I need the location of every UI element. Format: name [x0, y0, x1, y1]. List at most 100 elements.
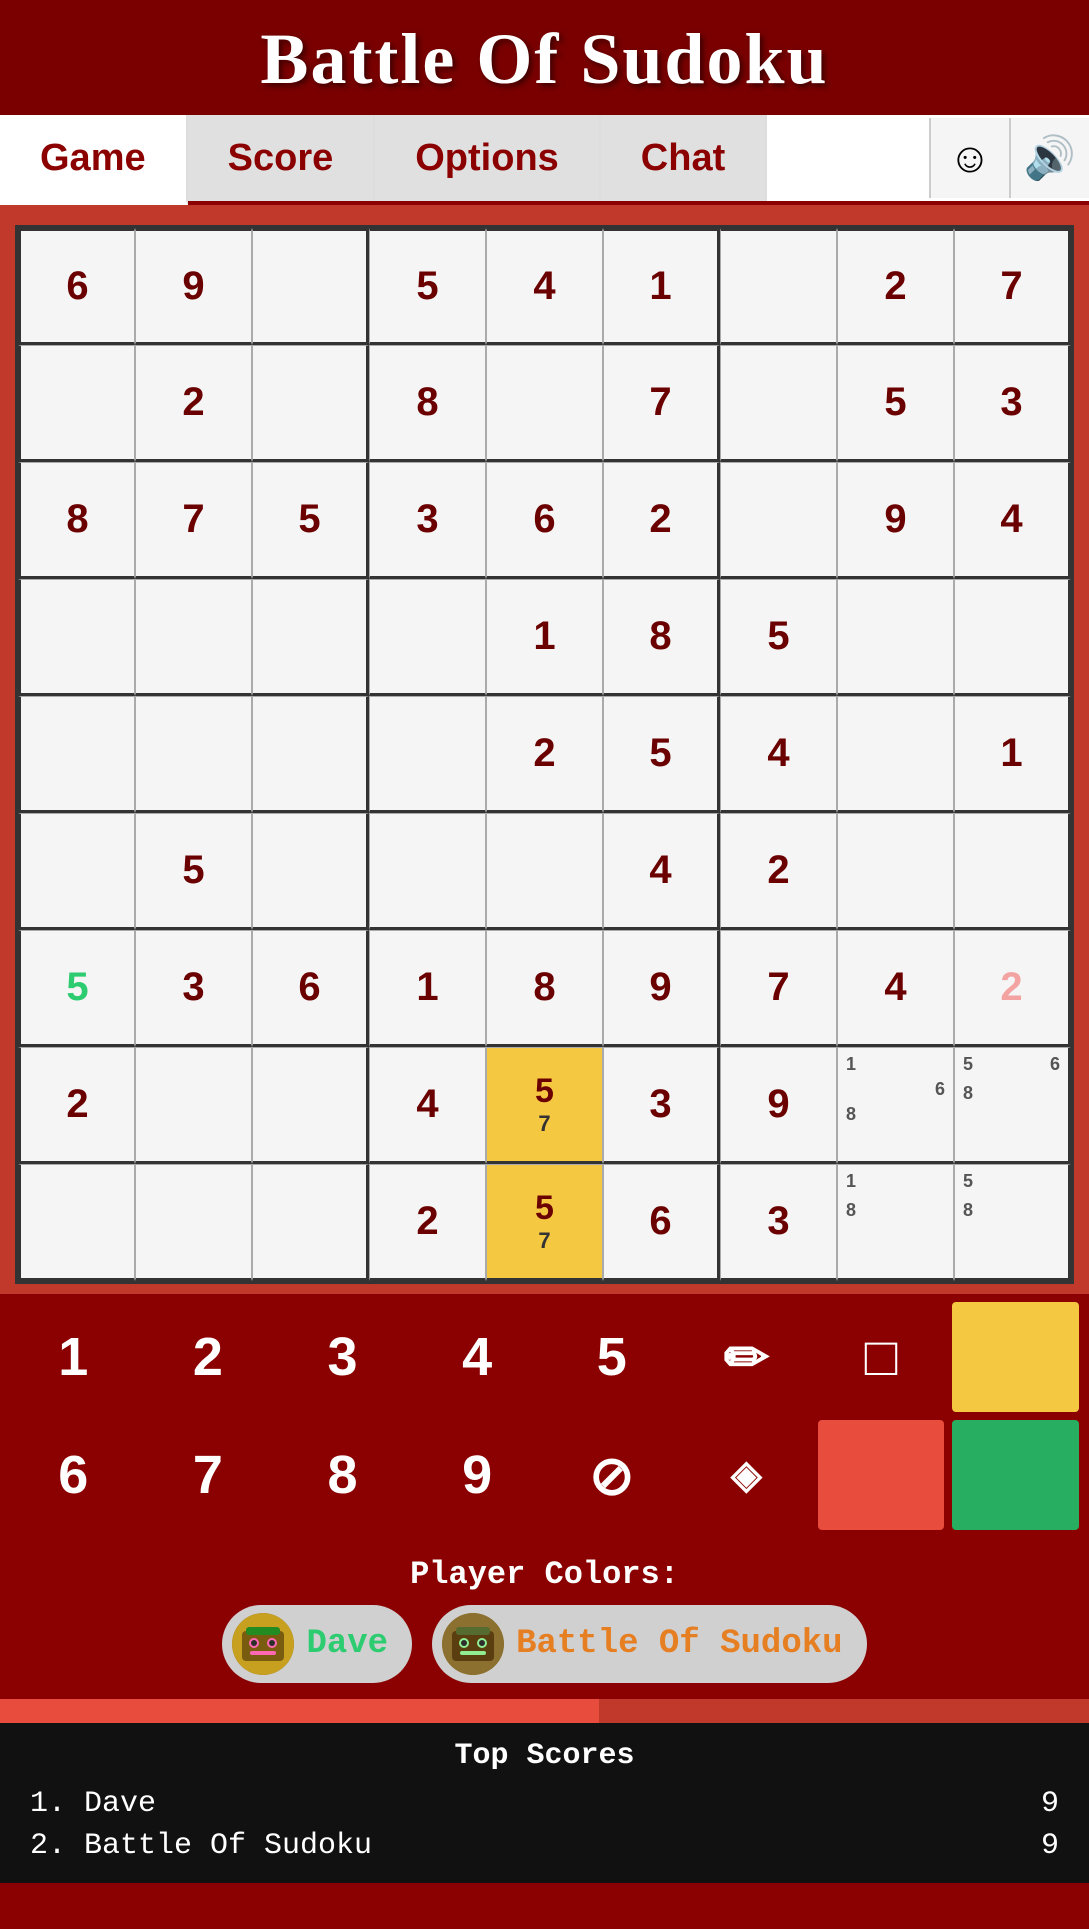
- cell-0-4[interactable]: 4: [486, 228, 603, 345]
- input-btn-6[interactable]: 6: [10, 1420, 137, 1530]
- cell-1-5[interactable]: 7: [603, 345, 720, 462]
- cell-5-7[interactable]: [837, 813, 954, 930]
- cell-4-1[interactable]: [135, 696, 252, 813]
- cell-6-4[interactable]: 8: [486, 930, 603, 1047]
- cell-5-1[interactable]: 5: [135, 813, 252, 930]
- cell-1-4[interactable]: [486, 345, 603, 462]
- cell-4-7[interactable]: [837, 696, 954, 813]
- cell-8-8[interactable]: 5 8: [954, 1164, 1071, 1281]
- cell-7-2[interactable]: [252, 1047, 369, 1164]
- cell-8-3[interactable]: 2: [369, 1164, 486, 1281]
- color-swatch-black[interactable]: [818, 1420, 945, 1530]
- fill-btn[interactable]: ◈: [683, 1420, 810, 1530]
- cell-6-6[interactable]: 7: [720, 930, 837, 1047]
- cell-5-5[interactable]: 4: [603, 813, 720, 930]
- cell-7-6[interactable]: 9: [720, 1047, 837, 1164]
- cell-8-5[interactable]: 6: [603, 1164, 720, 1281]
- cell-4-8[interactable]: 1: [954, 696, 1071, 813]
- cell-6-3[interactable]: 1: [369, 930, 486, 1047]
- cell-1-1[interactable]: 2: [135, 345, 252, 462]
- input-btn-5[interactable]: 5: [549, 1302, 676, 1412]
- color-swatch-green[interactable]: [952, 1420, 1079, 1530]
- cell-3-8[interactable]: [954, 579, 1071, 696]
- cell-8-7[interactable]: 1 8: [837, 1164, 954, 1281]
- cell-3-7[interactable]: [837, 579, 954, 696]
- cell-5-8[interactable]: [954, 813, 1071, 930]
- cell-6-0[interactable]: 5: [18, 930, 135, 1047]
- cell-6-5[interactable]: 9: [603, 930, 720, 1047]
- tab-score[interactable]: Score: [188, 115, 376, 201]
- cell-7-7[interactable]: 1 6 8: [837, 1047, 954, 1164]
- cell-4-6[interactable]: 4: [720, 696, 837, 813]
- cell-5-6[interactable]: 2: [720, 813, 837, 930]
- tab-chat[interactable]: Chat: [601, 115, 767, 201]
- sound-icon[interactable]: 🔊: [1009, 118, 1089, 198]
- cell-3-3[interactable]: [369, 579, 486, 696]
- tab-game[interactable]: Game: [0, 115, 188, 205]
- input-btn-3[interactable]: 3: [279, 1302, 406, 1412]
- cell-2-4[interactable]: 6: [486, 462, 603, 579]
- cell-1-8[interactable]: 3: [954, 345, 1071, 462]
- cell-7-8[interactable]: 56 8: [954, 1047, 1071, 1164]
- cell-4-4[interactable]: 2: [486, 696, 603, 813]
- cell-2-1[interactable]: 7: [135, 462, 252, 579]
- cell-0-2[interactable]: [252, 228, 369, 345]
- cell-2-0[interactable]: 8: [18, 462, 135, 579]
- cell-5-2[interactable]: [252, 813, 369, 930]
- cell-7-1[interactable]: [135, 1047, 252, 1164]
- cell-3-1[interactable]: [135, 579, 252, 696]
- tab-options[interactable]: Options: [375, 115, 601, 201]
- cell-8-4[interactable]: 5 7: [486, 1164, 603, 1281]
- cell-6-1[interactable]: 3: [135, 930, 252, 1047]
- cell-2-2[interactable]: 5: [252, 462, 369, 579]
- cell-8-0[interactable]: [18, 1164, 135, 1281]
- cell-0-3[interactable]: 5: [369, 228, 486, 345]
- cell-3-0[interactable]: [18, 579, 135, 696]
- cell-3-5[interactable]: 8: [603, 579, 720, 696]
- input-btn-9[interactable]: 9: [414, 1420, 541, 1530]
- color-swatch-yellow[interactable]: [952, 1302, 1079, 1412]
- cell-6-7[interactable]: 4: [837, 930, 954, 1047]
- cell-0-8[interactable]: 7: [954, 228, 1071, 345]
- cell-5-0[interactable]: [18, 813, 135, 930]
- cell-1-2[interactable]: [252, 345, 369, 462]
- cell-1-7[interactable]: 5: [837, 345, 954, 462]
- cell-8-6[interactable]: 3: [720, 1164, 837, 1281]
- cell-2-8[interactable]: 4: [954, 462, 1071, 579]
- cell-2-6[interactable]: [720, 462, 837, 579]
- input-btn-4[interactable]: 4: [414, 1302, 541, 1412]
- pencil-btn[interactable]: ✏: [683, 1302, 810, 1412]
- cell-2-5[interactable]: 2: [603, 462, 720, 579]
- cell-1-6[interactable]: [720, 345, 837, 462]
- input-btn-8[interactable]: 8: [279, 1420, 406, 1530]
- cell-3-2[interactable]: [252, 579, 369, 696]
- cell-8-1[interactable]: [135, 1164, 252, 1281]
- cell-2-3[interactable]: 3: [369, 462, 486, 579]
- cell-0-1[interactable]: 9: [135, 228, 252, 345]
- cell-4-5[interactable]: 5: [603, 696, 720, 813]
- cell-8-2[interactable]: [252, 1164, 369, 1281]
- cell-6-8[interactable]: 2: [954, 930, 1071, 1047]
- cell-7-5[interactable]: 3: [603, 1047, 720, 1164]
- cell-6-2[interactable]: 6: [252, 930, 369, 1047]
- cell-1-3[interactable]: 8: [369, 345, 486, 462]
- input-btn-7[interactable]: 7: [145, 1420, 272, 1530]
- cell-7-4[interactable]: 5 7: [486, 1047, 603, 1164]
- no-btn[interactable]: ⊘: [549, 1420, 676, 1530]
- cell-7-3[interactable]: 4: [369, 1047, 486, 1164]
- cell-0-0[interactable]: 6: [18, 228, 135, 345]
- smiley-icon[interactable]: ☺: [929, 118, 1009, 198]
- cell-5-4[interactable]: [486, 813, 603, 930]
- cell-7-0[interactable]: 2: [18, 1047, 135, 1164]
- cell-3-6[interactable]: 5: [720, 579, 837, 696]
- cell-1-0[interactable]: [18, 345, 135, 462]
- cell-0-5[interactable]: 1: [603, 228, 720, 345]
- cell-4-3[interactable]: [369, 696, 486, 813]
- cell-4-0[interactable]: [18, 696, 135, 813]
- input-btn-2[interactable]: 2: [145, 1302, 272, 1412]
- cell-0-6[interactable]: [720, 228, 837, 345]
- square-btn[interactable]: □: [818, 1302, 945, 1412]
- cell-3-4[interactable]: 1: [486, 579, 603, 696]
- input-btn-1[interactable]: 1: [10, 1302, 137, 1412]
- cell-0-7[interactable]: 2: [837, 228, 954, 345]
